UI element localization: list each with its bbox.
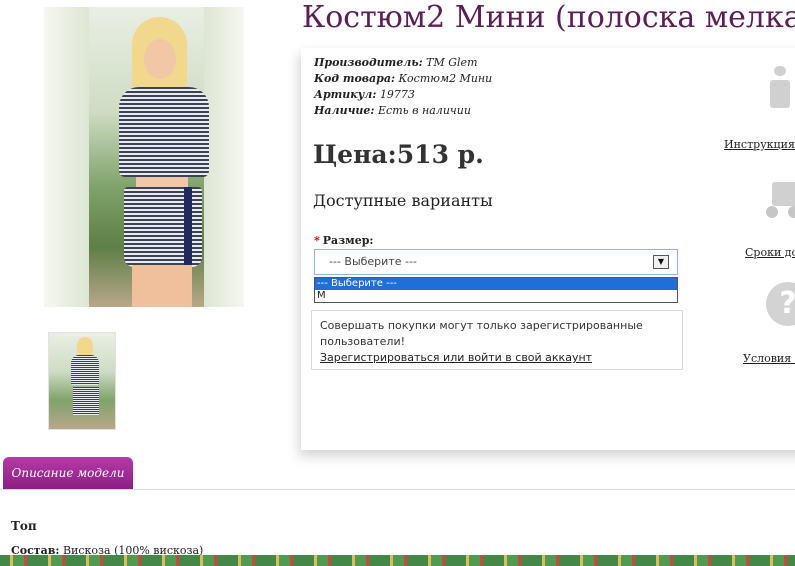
meta-code-value: Костюм2 Мини	[398, 72, 493, 85]
variants-heading: Доступные варианты	[313, 191, 493, 210]
photo-curtain-left	[44, 7, 89, 307]
size-option-placeholder[interactable]: --- Выберите ---	[315, 278, 677, 290]
login-notice: Совершать покупки могут только зарегистр…	[311, 310, 683, 370]
photo-model-face	[144, 39, 176, 79]
size-dropdown-list: --- Выберите --- M	[314, 277, 678, 303]
meta-code: Код товара: Костюм2 Мини	[314, 71, 492, 87]
size-label-text: Размер:	[322, 234, 374, 247]
meta-availability: Наличие: Есть в наличии	[314, 103, 492, 119]
product-thumbnail[interactable]	[48, 332, 116, 430]
meta-article-label: Артикул:	[314, 88, 377, 101]
thumb-striped-skirt	[73, 387, 99, 415]
chevron-down-icon[interactable]: ▼	[653, 255, 669, 269]
meta-article-value: 19773	[379, 88, 415, 101]
size-option-m[interactable]: M	[315, 290, 677, 302]
thumb-striped-top	[71, 355, 99, 385]
truck-icon	[766, 182, 795, 220]
conditions-link[interactable]: Условия п	[743, 352, 795, 365]
product-title: Костюм2 Мини (полоска мелкая)	[302, 0, 795, 35]
product-price: Цена:513 р.	[313, 140, 484, 169]
size-select-value: --- Выберите ---	[329, 255, 417, 268]
size-label: * Размер:	[314, 234, 374, 247]
instruction-link[interactable]: Инструкция п	[724, 138, 795, 151]
description-heading: Топ	[11, 519, 37, 533]
meta-manufacturer-label: Производитель:	[314, 56, 423, 69]
photo-curtain-right	[204, 7, 244, 307]
meta-availability-label: Наличие:	[314, 104, 375, 117]
login-notice-text: Совершать покупки могут только зарегистр…	[320, 319, 643, 348]
photo-striped-top	[119, 87, 209, 177]
tab-description[interactable]: Описание модели	[3, 457, 133, 489]
required-mark: *	[314, 234, 320, 247]
product-info-panel: Производитель: ТМ Glem Код товара: Костю…	[301, 48, 795, 450]
product-meta: Производитель: ТМ Glem Код товара: Костю…	[314, 55, 492, 119]
photo-striped-skirt	[124, 187, 202, 267]
decorative-garland	[0, 555, 795, 566]
meta-availability-value: Есть в наличии	[378, 104, 471, 117]
size-select[interactable]: --- Выберите --- ▼	[314, 249, 678, 275]
product-main-image[interactable]	[44, 7, 244, 307]
photo-model-legs	[132, 265, 192, 307]
meta-manufacturer: Производитель: ТМ Glem	[314, 55, 492, 71]
meta-manufacturer-value[interactable]: ТМ Glem	[426, 56, 477, 69]
tab-divider	[0, 489, 795, 490]
delivery-terms-link[interactable]: Сроки до	[745, 246, 795, 259]
login-register-link[interactable]: Зарегистрироваться или войти в свой акка…	[320, 351, 592, 364]
info-icon	[770, 66, 795, 110]
meta-code-label: Код товара:	[314, 72, 396, 85]
meta-article: Артикул: 19773	[314, 87, 492, 103]
